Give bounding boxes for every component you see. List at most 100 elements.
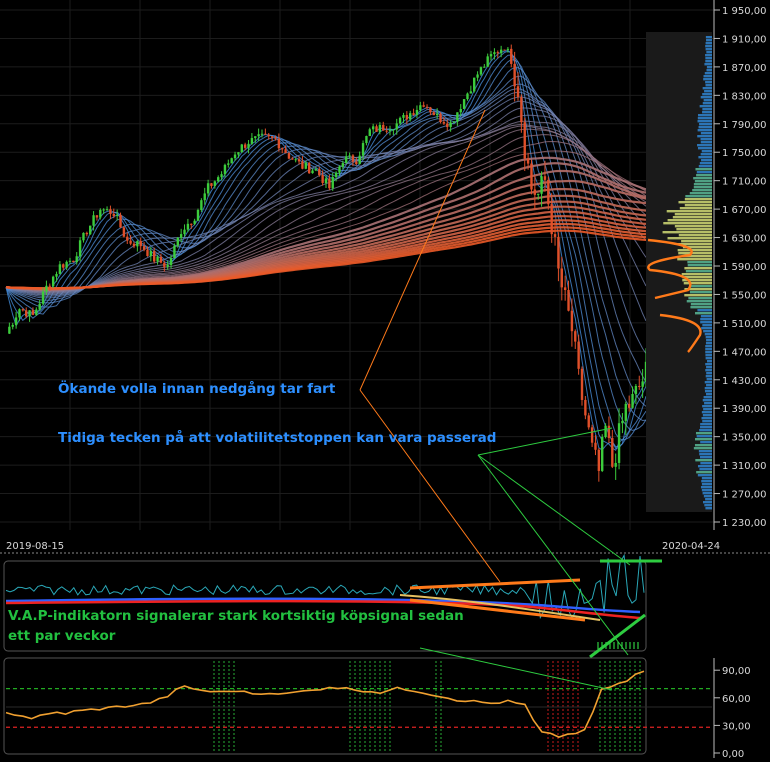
annotation-volatility-rise: Ökande volla innan nedgång tar fart (58, 379, 336, 397)
y-tick-label: 1 270,00 (722, 490, 767, 501)
candle-body (314, 169, 318, 171)
candle-body (587, 415, 590, 428)
volume-bar (696, 171, 712, 174)
volume-bar (701, 417, 712, 420)
candle-body (627, 403, 631, 408)
candle-body (405, 115, 409, 120)
candle-body (617, 423, 621, 463)
candle-body (294, 159, 297, 161)
candle-body (85, 232, 89, 235)
candle-body (72, 260, 75, 263)
volume-bar (705, 336, 712, 339)
volume-bar (702, 399, 712, 402)
annotation-vap-signal-box: V.A.P-indikatorn signalerar stark kortsi… (8, 608, 464, 644)
volume-bar (700, 426, 712, 429)
candle-body (136, 241, 139, 247)
volume-bar (702, 501, 712, 504)
candle-body (526, 158, 530, 164)
volume-bar (705, 57, 712, 60)
volume-bar (702, 87, 712, 90)
candle-body (638, 385, 641, 387)
volume-bar (706, 378, 712, 381)
volume-bar (674, 213, 712, 216)
candle-body (281, 148, 284, 150)
candle-body (547, 179, 550, 205)
volume-bar (683, 282, 712, 285)
candle-body (196, 209, 200, 221)
volume-bar (689, 192, 712, 195)
candle-body (45, 285, 48, 292)
volume-bar (697, 120, 712, 123)
volume-bar (696, 174, 712, 177)
candle-body (142, 246, 146, 250)
volume-bar (705, 342, 712, 345)
volume-bar (700, 153, 712, 156)
candle-body (577, 341, 580, 369)
candle-body (341, 163, 345, 167)
volume-bar (699, 123, 712, 126)
volume-bar (697, 135, 712, 138)
volume-bar (705, 345, 712, 348)
candle-body (257, 134, 260, 137)
volume-bar (700, 141, 712, 144)
volume-bar (701, 477, 712, 480)
candle-body (8, 326, 11, 334)
candle-body (415, 109, 419, 115)
volume-bar (705, 45, 712, 48)
candle-body (200, 200, 203, 210)
volume-bar (697, 147, 712, 150)
candle-body (550, 204, 553, 235)
osc-y-tick-label: 90,00 (722, 666, 751, 677)
chart-svg: 1 950,00 1 910,00 1 870,00 1 830,00 1 790,00… (0, 0, 770, 760)
volume-bar (705, 84, 712, 87)
candle-body (146, 249, 149, 256)
volume-bar (681, 240, 712, 243)
volume-bar (676, 228, 712, 231)
candle-body (435, 113, 439, 116)
candle-body (109, 209, 112, 214)
candle-body (412, 113, 415, 115)
candle-body (95, 215, 99, 218)
y-tick-label: 1 230,00 (722, 518, 767, 529)
volume-bar (703, 75, 712, 78)
candle-body (409, 113, 412, 120)
volume-bar (697, 309, 712, 312)
candle-body (355, 161, 358, 165)
candle-body (456, 112, 459, 122)
volume-bar (702, 108, 712, 111)
volume-bar (699, 468, 712, 471)
volume-bar (685, 270, 712, 273)
candle-body (392, 129, 395, 131)
candle-body (611, 437, 614, 467)
candle-body (119, 214, 122, 228)
volume-bar (672, 216, 712, 219)
candle-body (18, 309, 21, 318)
candle-body (28, 310, 31, 317)
candle-body (260, 133, 264, 135)
volume-bar (695, 312, 712, 315)
volume-bar (700, 462, 712, 465)
candle-body (395, 123, 398, 130)
candle-body (388, 129, 392, 132)
volume-bar (700, 321, 712, 324)
candle-body (422, 105, 425, 107)
volume-bar (698, 450, 712, 453)
volume-bar (685, 195, 712, 198)
candle-body (230, 158, 233, 164)
candle-body (254, 136, 257, 139)
candle-body (459, 109, 462, 113)
volume-bar (705, 498, 712, 501)
candle-body (439, 113, 442, 123)
osc-y-tick-label: 0,00 (722, 749, 744, 758)
candle-body (631, 393, 634, 408)
volume-bar (695, 438, 712, 441)
candle-body (149, 251, 153, 256)
volume-bar (706, 69, 712, 72)
volume-bar (690, 306, 712, 309)
y-tick-label: 1 430,00 (722, 376, 767, 387)
volume-bar (706, 372, 712, 375)
candle-body (601, 436, 604, 471)
candle-body (126, 236, 129, 241)
candle-body (473, 77, 476, 92)
candle-body (452, 121, 456, 123)
